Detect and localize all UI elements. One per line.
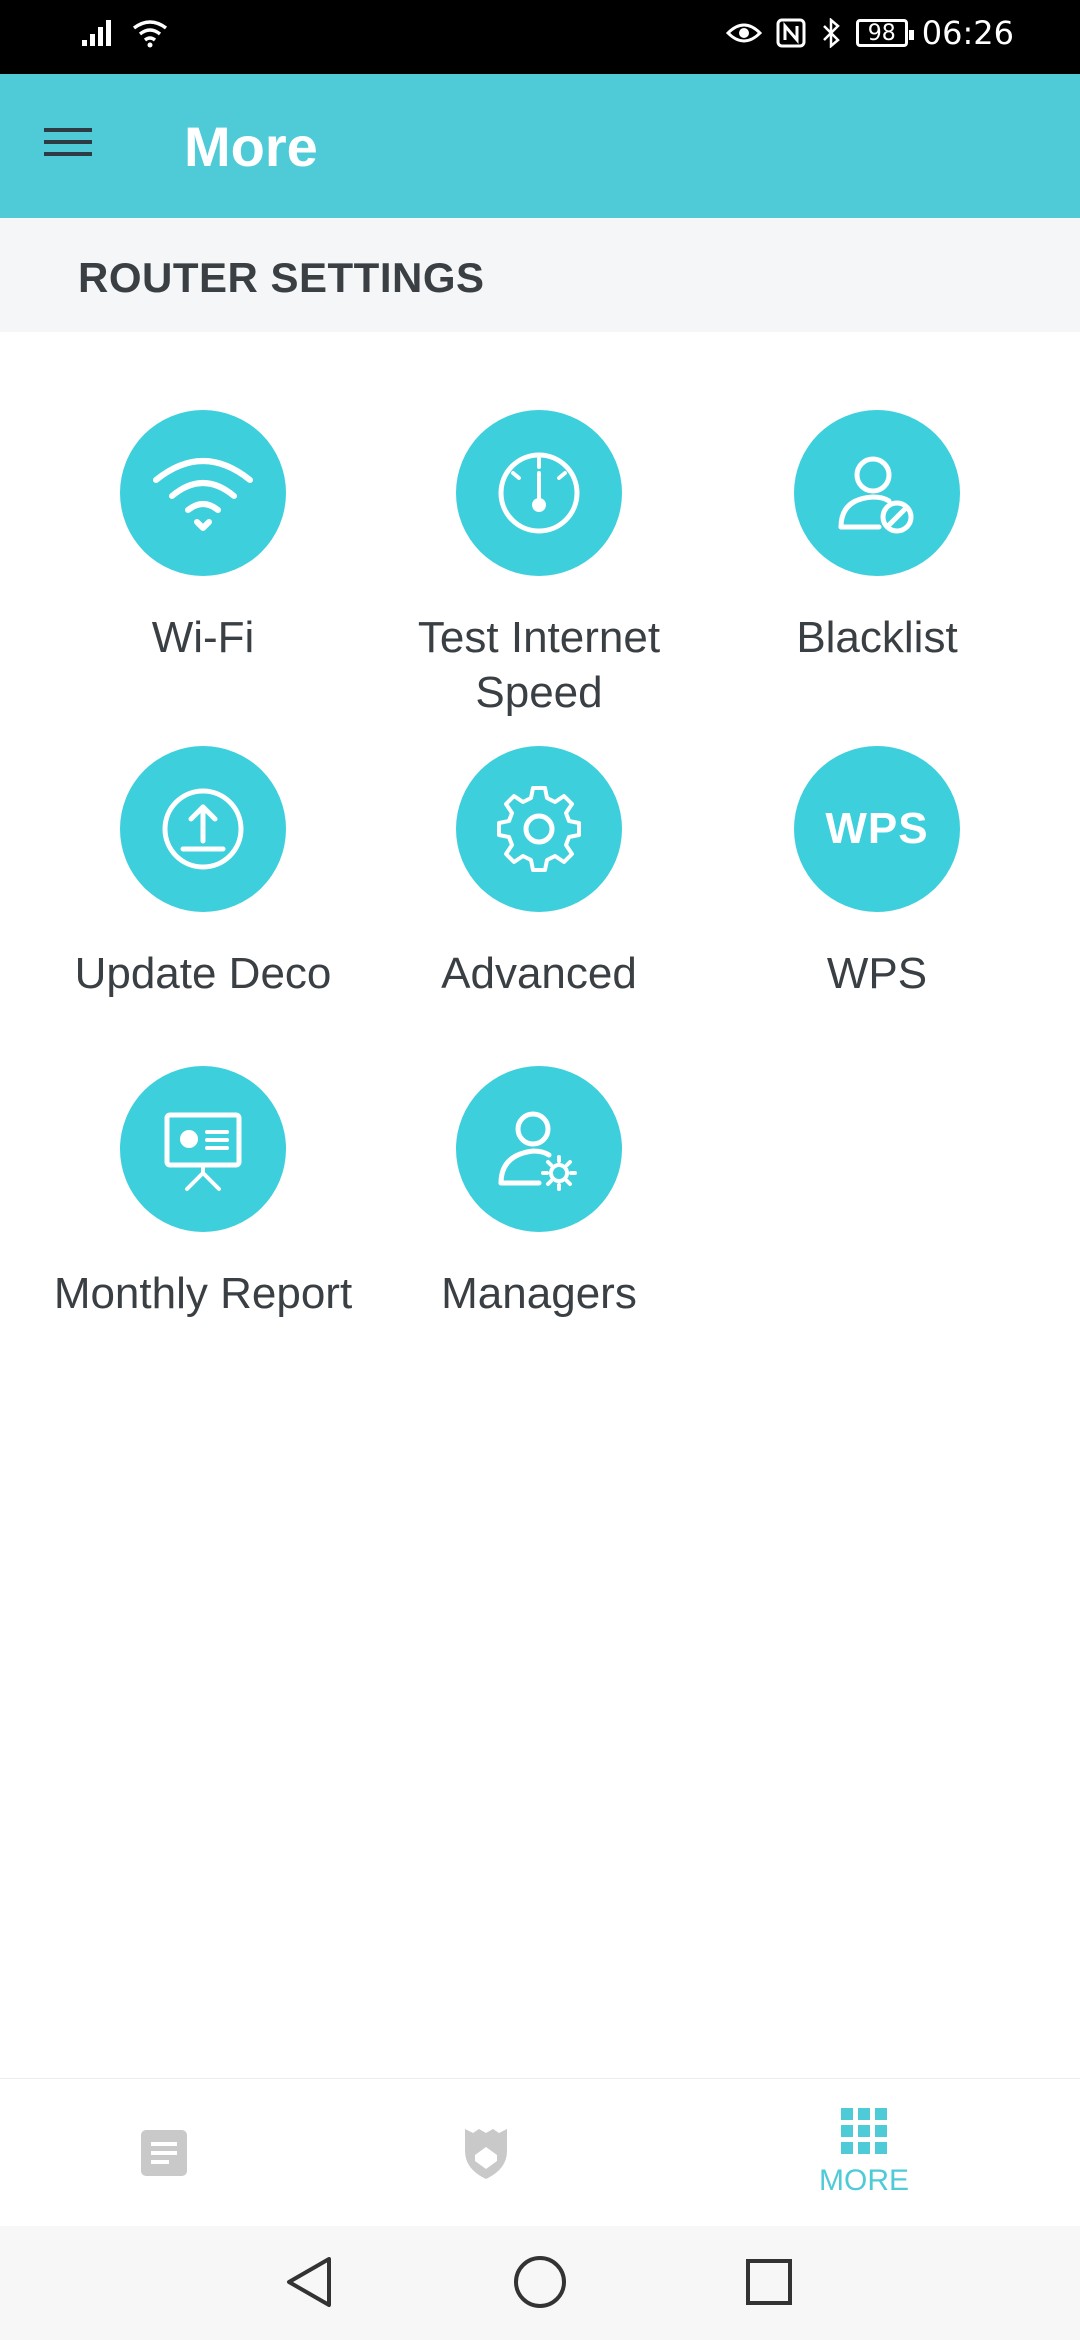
status-bar: 98 06:26 [0, 0, 1080, 74]
wifi-status-icon [132, 20, 168, 48]
speedometer-icon [498, 452, 580, 534]
tile-circle: WPS [794, 746, 960, 912]
status-left [80, 18, 170, 48]
tile-monthly-report[interactable]: Monthly Report [38, 1066, 368, 1321]
tile-label: Test Internet Speed [417, 613, 661, 717]
tile-label: Update Deco [74, 949, 332, 998]
home-button[interactable] [505, 2252, 575, 2312]
user-gear-icon [498, 1111, 577, 1191]
tile-advanced[interactable]: Advanced [374, 746, 704, 1001]
grid-icon [841, 2108, 887, 2154]
tile-managers[interactable]: Managers [374, 1066, 704, 1321]
section-title: ROUTER SETTINGS [78, 254, 485, 301]
tile-circle [456, 410, 622, 576]
menu-button[interactable] [44, 124, 100, 168]
nfc-icon [776, 18, 806, 48]
tile-update-deco[interactable]: Update Deco [38, 746, 368, 1001]
tile-circle [120, 746, 286, 912]
tile-blacklist[interactable]: Blacklist [712, 410, 1042, 665]
tile-label: WPS [826, 949, 928, 998]
document-icon [141, 2130, 187, 2176]
tile-test-internet-speed[interactable]: Test Internet Speed [374, 410, 704, 720]
nav-label-more: MORE [819, 2164, 909, 2197]
home-circle-icon [514, 2256, 566, 2308]
tile-circle [794, 410, 960, 576]
section-header: ROUTER SETTINGS [0, 218, 1080, 332]
tile-circle [120, 1066, 286, 1232]
wifi-icon [153, 458, 253, 531]
recents-button[interactable] [734, 2252, 804, 2312]
bottom-nav: MORE [0, 2078, 1080, 2227]
page-title: More [184, 115, 318, 178]
tile-circle [456, 1066, 622, 1232]
clock: 06:26 [921, 14, 1014, 52]
presentation-board-icon [164, 1112, 242, 1191]
user-block-icon [838, 456, 914, 534]
tile-circle [456, 746, 622, 912]
back-button[interactable] [274, 2252, 344, 2312]
gear-icon [497, 786, 581, 872]
tile-label: Monthly Report [53, 1269, 353, 1318]
bluetooth-icon [822, 18, 840, 48]
tile-label: Blacklist [796, 613, 958, 662]
back-triangle-icon [287, 2257, 331, 2307]
hamburger-menu-icon [44, 128, 92, 156]
upload-icon [162, 788, 244, 870]
nav-item-security[interactable] [386, 2079, 586, 2227]
system-nav-bar [0, 2226, 1080, 2340]
shield-icon [465, 2129, 507, 2179]
tile-wifi[interactable]: Wi-Fi [38, 410, 368, 665]
status-right: 98 06:26 [725, 14, 1014, 52]
tile-label: Managers [441, 1269, 637, 1318]
nav-item-overview[interactable] [64, 2079, 264, 2227]
tile-label: Advanced [441, 949, 637, 998]
tile-label: Wi-Fi [151, 613, 255, 662]
tile-wps[interactable]: WPS WPS [712, 746, 1042, 1001]
tile-circle [120, 410, 286, 576]
eye-icon [725, 23, 762, 43]
signal-icon [82, 20, 111, 46]
recents-square-icon [746, 2259, 792, 2305]
app-bar: More [0, 74, 1080, 218]
battery-indicator: 98 [855, 19, 914, 47]
wps-icon: WPS [825, 804, 929, 853]
nav-item-more[interactable]: MORE [764, 2079, 964, 2227]
